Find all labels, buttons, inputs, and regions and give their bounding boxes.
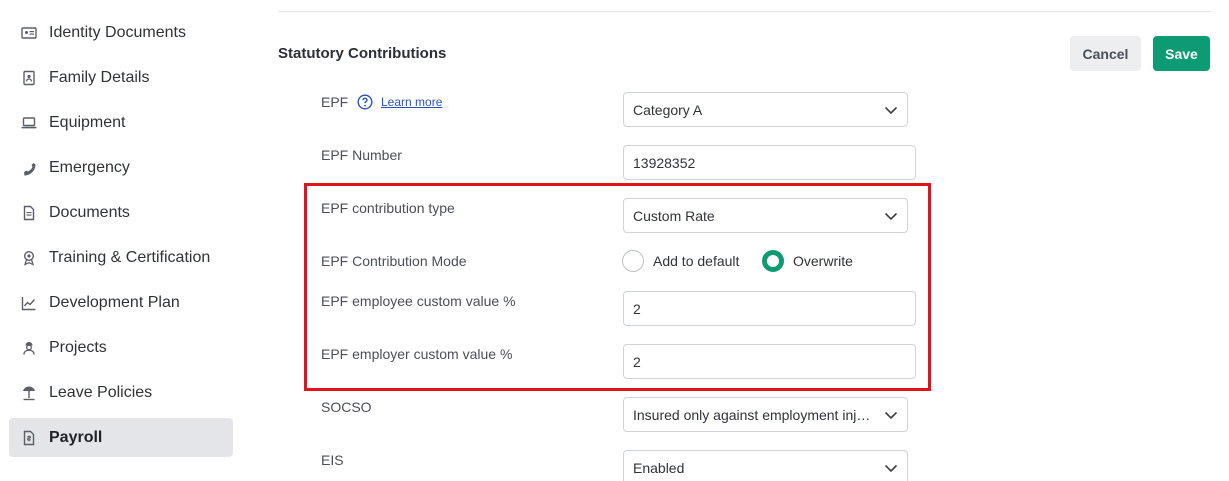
document-icon xyxy=(20,204,38,222)
epf-select-value: Category A xyxy=(633,101,703,118)
beach-umbrella-icon xyxy=(20,384,38,402)
top-divider xyxy=(278,11,1211,12)
laptop-icon xyxy=(20,114,38,132)
sidebar-item-training-certification[interactable]: Training & Certification xyxy=(9,238,233,277)
chevron-down-icon xyxy=(884,106,898,115)
learn-more-link[interactable]: Learn more xyxy=(381,95,442,109)
sidebar-item-label: Identity Documents xyxy=(49,23,186,41)
sidebar-item-label: Leave Policies xyxy=(49,383,153,401)
eis-select-value: Enabled xyxy=(633,459,685,476)
save-button[interactable]: Save xyxy=(1153,36,1210,71)
sidebar-item-identity-documents[interactable]: Identity Documents xyxy=(9,13,233,52)
sidebar-item-label: Emergency xyxy=(49,158,130,176)
eis-select[interactable]: Enabled xyxy=(623,450,908,481)
sidebar-item-label: Projects xyxy=(49,338,107,356)
id-card-icon xyxy=(20,24,38,42)
socso-select-value: Insured only against employment injury xyxy=(633,406,873,423)
phone-icon xyxy=(20,159,38,177)
sidebar-item-leave-policies[interactable]: Leave Policies xyxy=(9,373,233,412)
sidebar-item-label: Documents xyxy=(49,203,130,221)
highlight-box xyxy=(304,183,931,391)
sidebar-item-label: Equipment xyxy=(49,113,126,131)
chevron-down-icon xyxy=(884,464,898,473)
socso-select[interactable]: Insured only against employment injury xyxy=(623,397,908,432)
epf-number-label: EPF Number xyxy=(321,147,402,163)
award-icon xyxy=(20,249,38,267)
payroll-document-icon xyxy=(20,429,38,447)
sidebar-item-emergency[interactable]: Emergency xyxy=(9,148,233,187)
trend-chart-icon xyxy=(20,294,38,312)
user-hat-icon xyxy=(20,339,38,357)
family-book-icon xyxy=(20,69,38,87)
socso-label: SOCSO xyxy=(321,399,372,415)
epf-select[interactable]: Category A xyxy=(623,92,908,127)
sidebar-item-family-details[interactable]: Family Details xyxy=(9,58,233,97)
epf-label: EPF xyxy=(321,94,349,110)
sidebar-item-label: Family Details xyxy=(49,68,150,86)
sidebar-item-development-plan[interactable]: Development Plan xyxy=(9,283,233,322)
sidebar-item-label: Training & Certification xyxy=(49,248,211,266)
sidebar-item-payroll[interactable]: Payroll xyxy=(9,418,233,457)
section-title: Statutory Contributions xyxy=(278,45,447,62)
sidebar: Identity Documents Family Details Equipm… xyxy=(0,0,245,481)
sidebar-item-label: Payroll xyxy=(49,428,103,446)
sidebar-item-projects[interactable]: Projects xyxy=(9,328,233,367)
help-icon[interactable] xyxy=(357,94,373,110)
epf-number-value: 13928352 xyxy=(633,154,696,171)
sidebar-item-documents[interactable]: Documents xyxy=(9,193,233,232)
epf-number-field[interactable]: 13928352 xyxy=(623,145,916,180)
sidebar-item-equipment[interactable]: Equipment xyxy=(9,103,233,142)
eis-label: EIS xyxy=(321,452,344,468)
sidebar-item-label: Development Plan xyxy=(49,293,180,311)
chevron-down-icon xyxy=(884,411,898,420)
cancel-button[interactable]: Cancel xyxy=(1070,36,1141,71)
